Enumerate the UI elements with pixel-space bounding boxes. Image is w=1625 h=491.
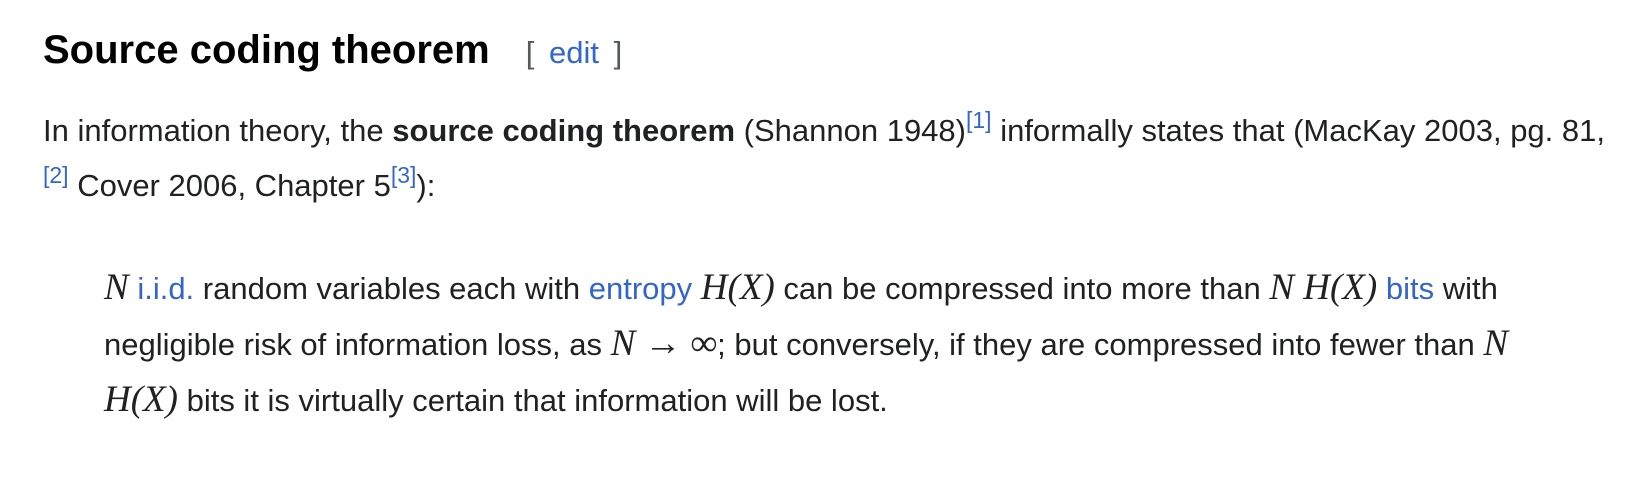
citation-2: [2] — [43, 162, 69, 188]
lead-text-5: ): — [416, 168, 436, 203]
lead-text-1: In information theory, the — [43, 113, 393, 148]
entropy-link[interactable]: entropy — [589, 271, 692, 306]
math-n: N — [104, 267, 129, 308]
lead-text-4: Cover 2006, Chapter 5 — [68, 168, 391, 203]
lead-text-2: (Shannon 1948) — [735, 113, 966, 148]
edit-open-bracket: [ — [525, 35, 535, 70]
iid-link[interactable]: i.i.d. — [137, 271, 194, 306]
bits-link[interactable]: bits — [1386, 271, 1434, 306]
citation-link-3[interactable]: [3] — [391, 162, 417, 188]
edit-link[interactable]: edit — [549, 35, 599, 70]
quote-text-1: random variables each with — [194, 271, 589, 306]
quote-text-2: can be compressed into more than — [774, 271, 1270, 306]
edit-section-control: [ edit ] — [526, 35, 622, 71]
citation-3: [3] — [391, 162, 417, 188]
math-entropy: H(X) — [700, 267, 775, 308]
lead-bold-term: source coding theorem — [392, 113, 736, 148]
citation-1: [1] — [966, 107, 992, 133]
lead-paragraph: In information theory, the source coding… — [43, 103, 1613, 213]
section-title: Source coding theorem — [43, 28, 490, 72]
citation-link-1[interactable]: [1] — [966, 107, 992, 133]
theorem-statement-quote: N i.i.d. random variables each with entr… — [104, 260, 1584, 428]
quote-text-5: bits it is virtually certain that inform… — [177, 383, 888, 418]
quote-text-4: ; but conversely, if they are compressed… — [717, 327, 1484, 362]
edit-close-bracket: ] — [613, 35, 623, 70]
math-nhx-1: N H(X) — [1269, 267, 1378, 308]
lead-text-3: informally states that (MacKay 2003, pg.… — [991, 113, 1605, 148]
section-heading-row: Source coding theorem [ edit ] — [43, 28, 622, 78]
math-limit: N → ∞ — [610, 323, 718, 364]
citation-link-2[interactable]: [2] — [43, 162, 69, 188]
